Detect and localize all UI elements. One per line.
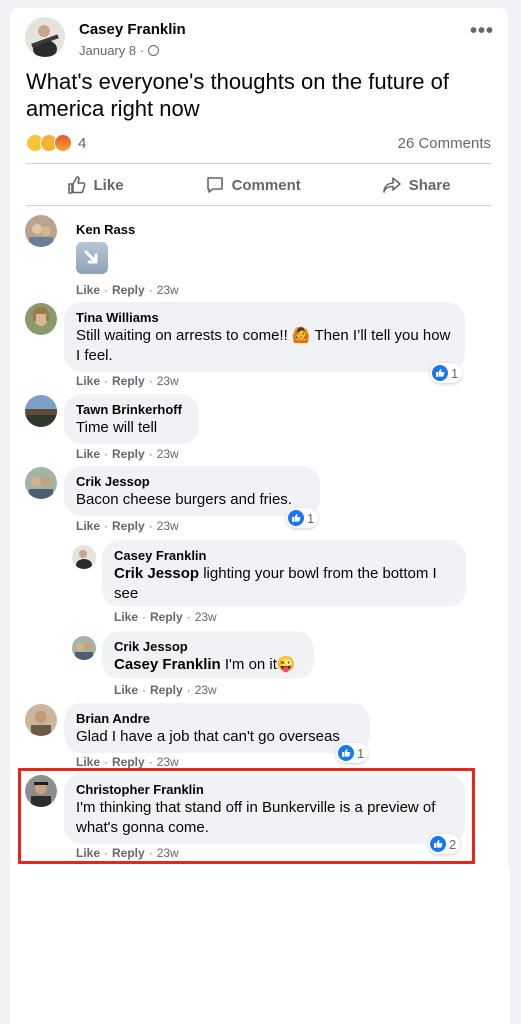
- like-reaction-icon: [288, 510, 304, 526]
- post-header: Casey Franklin January 8 ·: [25, 17, 186, 58]
- comment-text: Glad I have a job that can't go overseas: [76, 728, 340, 745]
- separator: ·: [148, 374, 153, 388]
- comment-button[interactable]: Comment: [205, 175, 301, 195]
- post-actions: Like Comment Share: [26, 165, 491, 205]
- angry-reaction-icon: [54, 134, 72, 152]
- comment-like-link[interactable]: Like: [76, 374, 100, 388]
- comment-time[interactable]: 23w: [157, 447, 179, 461]
- comment-reply-link[interactable]: Reply: [112, 519, 145, 533]
- comments-count[interactable]: 26 Comments: [398, 135, 491, 152]
- comment-author[interactable]: Tina Williams: [76, 310, 453, 326]
- comment-bubble: Tina Williams Still waiting on arrests t…: [64, 302, 465, 372]
- share-label: Share: [408, 176, 451, 194]
- comment-time[interactable]: 23w: [157, 374, 179, 388]
- separator: ·: [148, 755, 153, 769]
- comment-reply-link[interactable]: Reply: [112, 283, 145, 297]
- comment-like-link[interactable]: Like: [114, 610, 138, 624]
- comment-like-link[interactable]: Like: [76, 519, 100, 533]
- like-count: 1: [451, 365, 459, 381]
- comment-reply-link[interactable]: Reply: [150, 683, 183, 697]
- comment-bubble: Casey Franklin Crik Jessop lighting your…: [102, 540, 466, 607]
- comment-text: Casey Franklin I'm on it😜: [114, 656, 296, 673]
- arrow-sticker-icon: [76, 242, 108, 274]
- comment-like-badge[interactable]: 1: [336, 743, 369, 763]
- comment-label: Comment: [231, 176, 301, 194]
- commenter-avatar[interactable]: [25, 467, 57, 499]
- comment-text: Still waiting on arrests to come!! 🙆 The…: [76, 327, 451, 364]
- comment-reply-link[interactable]: Reply: [112, 755, 145, 769]
- thumbs-up-icon: [67, 176, 86, 194]
- share-button[interactable]: Share: [382, 175, 451, 195]
- comment-like-link[interactable]: Like: [76, 755, 100, 769]
- author-name[interactable]: Casey Franklin: [79, 21, 186, 39]
- comment-author[interactable]: Brian Andre: [76, 711, 358, 727]
- like-button[interactable]: Like: [67, 175, 124, 195]
- separator: ·: [186, 610, 191, 624]
- comment-time[interactable]: 23w: [195, 610, 217, 624]
- reaction-count: 4: [78, 134, 87, 152]
- comment-author[interactable]: Crik Jessop: [76, 474, 308, 490]
- globe-icon: [148, 45, 160, 56]
- next-card: [10, 867, 510, 1024]
- commenter-avatar[interactable]: [72, 636, 96, 660]
- author-avatar[interactable]: [25, 17, 65, 57]
- like-count: 1: [357, 745, 365, 761]
- commenter-avatar[interactable]: [25, 395, 57, 427]
- post-text: What's everyone's thoughts on the future…: [26, 69, 449, 121]
- separator: ·: [104, 447, 109, 461]
- comment-like-link[interactable]: Like: [76, 447, 100, 461]
- separator: ·: [148, 283, 153, 297]
- comment-reply-link[interactable]: Reply: [112, 447, 145, 461]
- comment-like-link[interactable]: Like: [76, 283, 100, 297]
- comment-reply-link[interactable]: Reply: [112, 374, 145, 388]
- comment-time[interactable]: 23w: [195, 683, 217, 697]
- comment-like-badge[interactable]: 1: [286, 508, 319, 528]
- more-options-button[interactable]: •••: [470, 21, 494, 41]
- mention-link[interactable]: Casey Franklin: [114, 656, 221, 673]
- separator: ·: [104, 283, 109, 297]
- reactions-summary[interactable]: 4 26 Comments: [26, 132, 491, 154]
- separator: ·: [142, 683, 147, 697]
- commenter-avatar[interactable]: [25, 704, 57, 736]
- comment-author[interactable]: Crik Jessop: [114, 639, 302, 655]
- share-icon: [382, 177, 401, 193]
- comment-author[interactable]: Casey Franklin: [114, 548, 454, 564]
- divider: [26, 205, 491, 206]
- comment-bubble: Crik Jessop Bacon cheese burgers and fri…: [64, 466, 320, 516]
- comment-bubble: Crik Jessop Casey Franklin I'm on it😜: [102, 631, 314, 679]
- comment-reply-link[interactable]: Reply: [150, 610, 183, 624]
- separator: ·: [104, 374, 109, 388]
- comment-bubble: Brian Andre Glad I have a job that can't…: [64, 703, 370, 753]
- comment-time[interactable]: 23w: [157, 283, 179, 297]
- commenter-avatar[interactable]: [72, 545, 96, 569]
- comment-icon: [206, 177, 223, 193]
- separator: ·: [104, 755, 109, 769]
- mention-link[interactable]: Crik Jessop: [114, 565, 199, 582]
- comment-like-badge[interactable]: 1: [430, 363, 463, 383]
- commenter-avatar[interactable]: [25, 303, 57, 335]
- comment-time[interactable]: 23w: [157, 755, 179, 769]
- comment-text: Bacon cheese burgers and fries.: [76, 491, 292, 508]
- comment-text: Crik Jessop lighting your bowl from the …: [114, 565, 437, 602]
- post-date[interactable]: January 8 ·: [79, 43, 144, 58]
- commenter-avatar[interactable]: [25, 215, 57, 247]
- comment-time[interactable]: 23w: [157, 519, 179, 533]
- separator: ·: [148, 447, 153, 461]
- like-reaction-icon: [432, 365, 448, 381]
- like-reaction-icon: [338, 745, 354, 761]
- comment-author[interactable]: Tawn Brinkerhoff: [76, 402, 187, 418]
- separator: ·: [186, 683, 191, 697]
- comment-author[interactable]: Ken Rass: [76, 222, 135, 238]
- like-count: 1: [307, 510, 315, 526]
- divider: [26, 163, 491, 164]
- comment-like-link[interactable]: Like: [114, 683, 138, 697]
- like-label: Like: [93, 176, 124, 194]
- separator: ·: [104, 519, 109, 533]
- separator: ·: [148, 519, 153, 533]
- comment-bubble: Tawn Brinkerhoff Time will tell: [64, 394, 199, 444]
- highlight-box: [18, 768, 475, 864]
- comment-text: Time will tell: [76, 419, 158, 436]
- separator: ·: [142, 610, 147, 624]
